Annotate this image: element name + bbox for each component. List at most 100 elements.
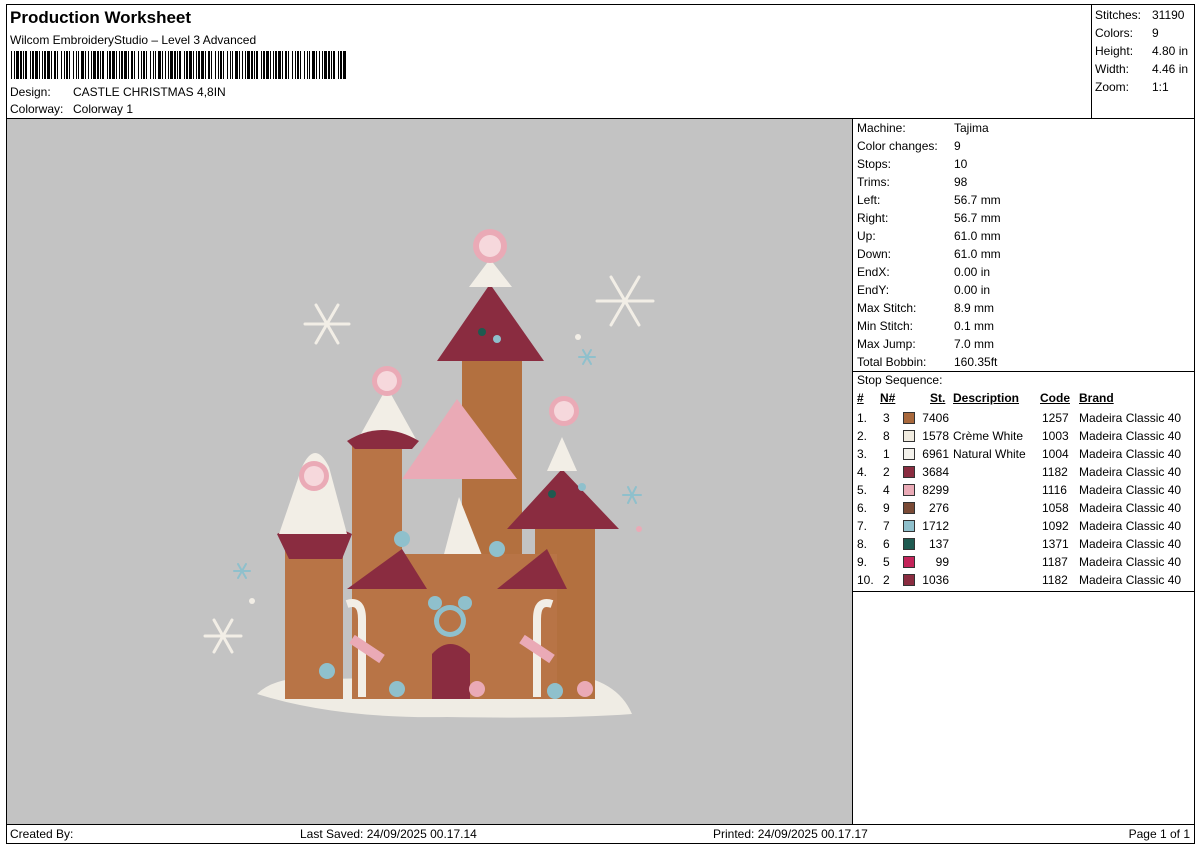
- info-up: Up: 61.0 mm: [857, 229, 1001, 243]
- col-header-brand: Brand: [1079, 391, 1114, 405]
- color-swatch: [903, 502, 915, 514]
- row-needle: 3: [883, 411, 890, 425]
- row-num: 6.: [857, 501, 868, 515]
- info-down: Down: 61.0 mm: [857, 247, 1001, 261]
- table-row: 2. 8 1578 Crème White 1003 Madeira Classic 40: [853, 427, 1194, 445]
- summary-colors: Colors: 9: [1095, 26, 1159, 40]
- row-stitches: 1578: [922, 429, 949, 443]
- col-header-st: St.: [930, 391, 946, 405]
- row-brand: Madeira Classic 40: [1079, 501, 1182, 515]
- header-panel: Production Worksheet Wilcom EmbroiderySt…: [7, 5, 1092, 119]
- table-row: 10. 2 1036 1182 Madeira Classic 40: [853, 571, 1194, 589]
- row-stitches: 7406: [922, 411, 949, 425]
- info-trims: Trims: 98: [857, 175, 968, 189]
- row-needle: 8: [883, 429, 890, 443]
- footer: Created By: Last Saved: 24/09/2025 00.17…: [7, 825, 1194, 843]
- row-code: 1058: [1042, 501, 1069, 515]
- color-swatch: [903, 538, 915, 550]
- row-code: 1257: [1042, 411, 1069, 425]
- row-brand: Madeira Classic 40: [1079, 555, 1182, 569]
- row-num: 2.: [857, 429, 868, 443]
- row-description: Crème White: [953, 429, 1024, 443]
- design-preview: [7, 119, 853, 825]
- row-code: 1003: [1042, 429, 1069, 443]
- row-num: 5.: [857, 483, 868, 497]
- color-swatch: [903, 430, 915, 442]
- table-row: 9. 5 99 1187 Madeira Classic 40: [853, 553, 1194, 571]
- color-swatch: [903, 484, 915, 496]
- summary-width: Width: 4.46 in: [1095, 62, 1189, 76]
- color-swatch: [903, 556, 915, 568]
- info-max-stitch: Max Stitch: 8.9 mm: [857, 301, 995, 315]
- table-row: 5. 4 8299 1116 Madeira Classic 40: [853, 481, 1194, 499]
- row-num: 8.: [857, 537, 868, 551]
- summary-zoom: Zoom: 1:1: [1095, 80, 1169, 94]
- color-swatch: [903, 574, 915, 586]
- page-number: Page 1 of 1: [1128, 827, 1190, 841]
- row-code: 1187: [1042, 555, 1068, 569]
- design-label: Design:: [10, 85, 51, 99]
- info-total-bobbin: Total Bobbin: 160.35ft: [857, 355, 998, 369]
- info-max-jump: Max Jump: 7.0 mm: [857, 337, 995, 351]
- design-value: CASTLE CHRISTMAS 4,8IN: [73, 85, 226, 99]
- table-row: 4. 2 3684 1182 Madeira Classic 40: [853, 463, 1194, 481]
- row-needle: 1: [883, 447, 890, 461]
- col-header-description: Description: [953, 391, 1020, 405]
- info-min-stitch: Min Stitch: 0.1 mm: [857, 319, 995, 333]
- row-needle: 7: [883, 519, 890, 533]
- divider: [853, 591, 1194, 592]
- row-num: 10.: [857, 573, 874, 587]
- row-needle: 5: [883, 555, 890, 569]
- created-by: Created By:: [10, 827, 74, 841]
- printed-date: Printed: 24/09/2025 00.17.17: [713, 827, 868, 841]
- summary-height: Height: 4.80 in: [1095, 44, 1189, 58]
- summary-panel: Stitches: 31190 Colors: 9 Height: 4.80 in W…: [1092, 5, 1194, 119]
- info-color-changes: Color changes: 9: [857, 139, 961, 153]
- color-swatch: [903, 448, 915, 460]
- page-title: Production Worksheet: [10, 8, 192, 27]
- row-needle: 9: [883, 501, 890, 515]
- row-brand: Madeira Classic 40: [1079, 429, 1182, 443]
- embroidery-design-image: [203, 229, 655, 718]
- barcode: [11, 51, 347, 79]
- row-stitches: 1036: [922, 573, 949, 587]
- row-num: 1.: [857, 411, 868, 425]
- row-code: 1182: [1042, 465, 1068, 479]
- table-row: 1. 3 7406 1257 Madeira Classic 40: [853, 409, 1194, 427]
- row-num: 9.: [857, 555, 868, 569]
- row-stitches: 1712: [922, 519, 949, 533]
- row-brand: Madeira Classic 40: [1079, 447, 1182, 461]
- row-stitches: 137: [928, 537, 949, 551]
- row-code: 1371: [1042, 537, 1069, 551]
- row-stitches: 99: [935, 555, 949, 569]
- info-stops: Stops: 10: [857, 157, 968, 171]
- machine-info-panel: Machine: Tajima Color changes: 9 Stops: 10 …: [853, 119, 1194, 825]
- row-description: Natural White: [953, 447, 1026, 461]
- table-row: 6. 9 276 1058 Madeira Classic 40: [853, 499, 1194, 517]
- divider: [853, 371, 1194, 372]
- colorway-label: Colorway:: [10, 102, 64, 116]
- info-right: Right: 56.7 mm: [857, 211, 1001, 225]
- col-header-n: N#: [880, 391, 896, 405]
- row-stitches: 3684: [922, 465, 949, 479]
- worksheet-frame: Production Worksheet Wilcom EmbroiderySt…: [6, 4, 1195, 844]
- row-code: 1182: [1042, 573, 1068, 587]
- col-header-num: #: [857, 391, 864, 405]
- row-stitches: 276: [928, 501, 949, 515]
- row-brand: Madeira Classic 40: [1079, 411, 1182, 425]
- row-code: 1092: [1042, 519, 1069, 533]
- color-swatch: [903, 412, 915, 424]
- row-brand: Madeira Classic 40: [1079, 537, 1182, 551]
- row-needle: 4: [883, 483, 890, 497]
- last-saved: Last Saved: 24/09/2025 00.17.14: [300, 827, 477, 841]
- info-endx: EndX: 0.00 in: [857, 265, 991, 279]
- row-num: 4.: [857, 465, 868, 479]
- row-brand: Madeira Classic 40: [1079, 465, 1182, 479]
- row-num: 3.: [857, 447, 868, 461]
- color-swatch: [903, 520, 915, 532]
- row-code: 1116: [1042, 483, 1067, 497]
- row-needle: 2: [883, 465, 890, 479]
- row-brand: Madeira Classic 40: [1079, 573, 1182, 587]
- table-row: 7. 7 1712 1092 Madeira Classic 40: [853, 517, 1194, 535]
- col-header-code: Code: [1040, 391, 1070, 405]
